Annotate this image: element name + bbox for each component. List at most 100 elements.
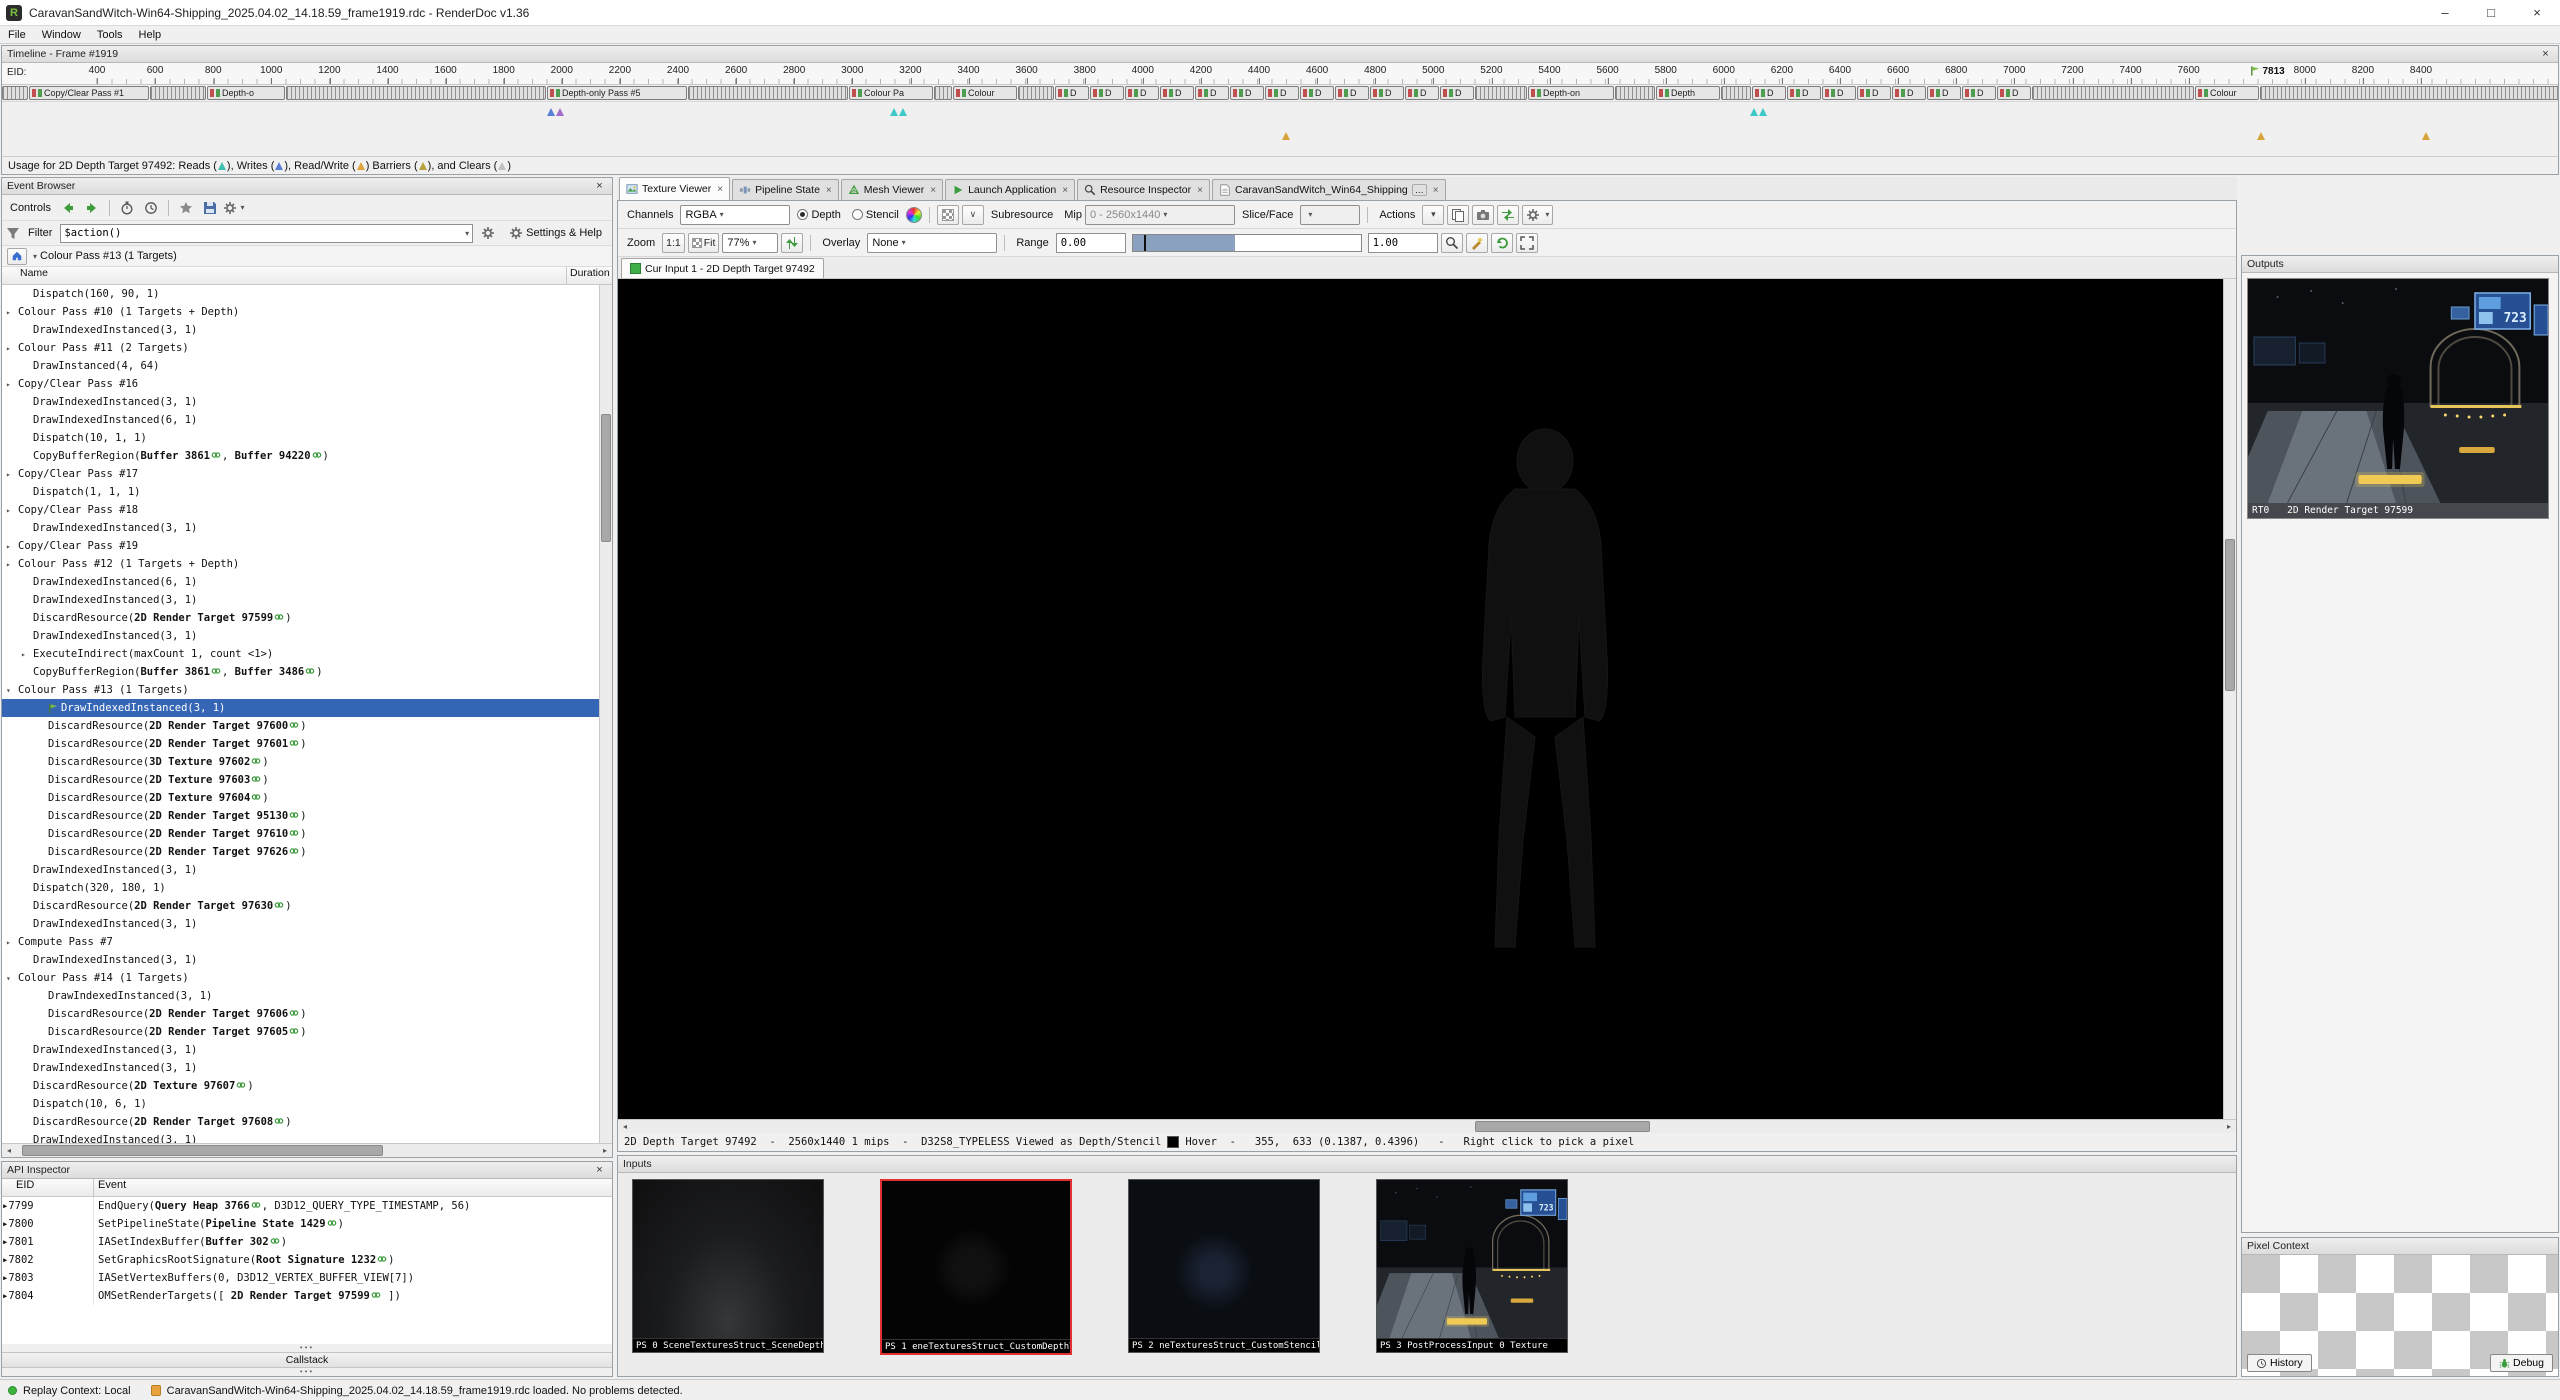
event-row[interactable]: ▸Compute Pass #7 [2, 933, 599, 951]
column-name[interactable]: Name [2, 267, 566, 284]
event-row[interactable]: DrawIndexedInstanced(3, 1) [2, 321, 599, 339]
timeline-pass-block[interactable]: D [1195, 86, 1229, 100]
event-row[interactable]: DiscardResource(2D Texture 97607) [2, 1077, 599, 1095]
tab-overflow-button[interactable]: … [1412, 184, 1427, 196]
event-row[interactable]: DiscardResource(2D Render Target 97601) [2, 735, 599, 753]
event-row[interactable]: ▸Copy/Clear Pass #19 [2, 537, 599, 555]
close-button[interactable]: × [2514, 0, 2560, 25]
event-row[interactable]: DiscardResource(2D Render Target 97599) [2, 609, 599, 627]
event-tree[interactable]: Dispatch(160, 90, 1)▸Colour Pass #10 (1 … [2, 285, 599, 1143]
input-thumbnail[interactable]: PS 1 eneTexturesStruct_CustomDepthTextu [880, 1179, 1072, 1355]
view-settings-button[interactable]: ▾ [1522, 205, 1553, 225]
event-row[interactable]: DrawIndexedInstanced(3, 1) [2, 1041, 599, 1059]
fit-toggle-button[interactable]: Fit [688, 233, 720, 253]
range-min-input[interactable] [1056, 233, 1126, 253]
menu-file[interactable]: File [0, 26, 34, 43]
texture-vscrollbar[interactable] [2223, 279, 2236, 1119]
zoom-range-button[interactable] [1441, 233, 1463, 253]
event-row[interactable]: ▾Colour Pass #13 (1 Targets) [2, 681, 599, 699]
timeline-pass-block[interactable]: Depth [1656, 86, 1720, 100]
resource-name[interactable]: 2D Render Target 97600 [149, 720, 288, 732]
tab-pipeline-state[interactable]: Pipeline State× [732, 179, 839, 200]
prev-action-button[interactable] [57, 198, 79, 218]
input-thumbnail[interactable]: PS 2 neTexturesStruct_CustomStencilText [1128, 1179, 1320, 1353]
event-row[interactable]: DrawIndexedInstanced(3, 1) [2, 627, 599, 645]
resource-name[interactable]: Buffer 94220 [235, 450, 311, 462]
timeline-pass-block[interactable]: Depth-only Pass #5 [547, 86, 687, 100]
event-row[interactable]: ▸Copy/Clear Pass #17 [2, 465, 599, 483]
tab-close-icon[interactable]: × [826, 185, 832, 196]
input-thumbnail[interactable]: PS 3 PostProcessInput 0 Texture [1376, 1179, 1568, 1353]
resource-name[interactable]: Buffer 302 [205, 1236, 268, 1248]
event-row[interactable]: DrawIndexedInstanced(3, 1) [2, 861, 599, 879]
event-row[interactable]: ▸Colour Pass #12 (1 Targets + Depth) [2, 555, 599, 573]
close-icon[interactable]: × [592, 180, 607, 192]
event-row[interactable]: DiscardResource(2D Render Target 97605) [2, 1023, 599, 1041]
texture-tab-cur-input[interactable]: Cur Input 1 - 2D Depth Target 97492 [621, 258, 824, 278]
usage-marker-icon[interactable] [556, 108, 564, 116]
event-row[interactable]: DrawIndexedInstanced(3, 1) [2, 951, 599, 969]
event-row[interactable]: DrawIndexedInstanced(6, 1) [2, 573, 599, 591]
event-row[interactable]: DiscardResource(2D Texture 97604) [2, 789, 599, 807]
event-row[interactable]: DrawIndexedInstanced(3, 1) [2, 591, 599, 609]
scrollbar-thumb[interactable] [22, 1145, 383, 1156]
timeline-pass-block[interactable]: D [1230, 86, 1264, 100]
timeline-pass-block[interactable]: D [1125, 86, 1159, 100]
splitter-grip[interactable]: ••• [2, 1344, 612, 1352]
channels-select[interactable]: RGBA▾ [680, 205, 790, 225]
close-icon[interactable]: × [2538, 48, 2553, 60]
gamma-display-button[interactable] [906, 207, 922, 223]
timeline-pass-block[interactable]: D [1962, 86, 1996, 100]
stencil-radio[interactable]: Stencil [852, 209, 899, 221]
timeline-pass-block[interactable]: Colour [2195, 86, 2259, 100]
event-row[interactable]: DiscardResource(2D Texture 97603) [2, 771, 599, 789]
scroll-left-icon[interactable]: ◂ [618, 1122, 632, 1131]
expander-icon[interactable]: ▸ [6, 938, 18, 947]
resource-name[interactable]: Query Heap 3766 [155, 1200, 250, 1212]
chevron-down-icon[interactable]: ▾ [33, 252, 37, 261]
timeline-marker-band[interactable] [2, 102, 2558, 156]
api-call-list[interactable]: ▸7799EndQuery(Query Heap 3766, D3D12_QUE… [2, 1197, 612, 1305]
scrollbar-thumb[interactable] [2225, 539, 2235, 690]
expander-icon[interactable]: ▸ [6, 560, 18, 569]
api-row[interactable]: ▸7801IASetIndexBuffer(Buffer 302) [2, 1233, 612, 1251]
timeline-pass-block[interactable]: Copy/Clear Pass #1 [29, 86, 149, 100]
event-row[interactable]: Dispatch(320, 180, 1) [2, 879, 599, 897]
api-inspector-column-header[interactable]: EID Event [2, 1179, 612, 1197]
api-row[interactable]: ▸7802SetGraphicsRootSignature(Root Signa… [2, 1251, 612, 1269]
timeline-pass-block[interactable]: D [1090, 86, 1124, 100]
column-event[interactable]: Event [94, 1179, 126, 1196]
maximize-button[interactable]: □ [2468, 0, 2514, 25]
filter-combo[interactable]: ▾ [60, 224, 473, 243]
timeline-pass-block[interactable]: D [1822, 86, 1856, 100]
usage-marker-icon[interactable] [1759, 108, 1767, 116]
pixel-context-view[interactable]: History Debug [2242, 1255, 2558, 1376]
timeline-pass-block[interactable]: D [1405, 86, 1439, 100]
texture-hscrollbar[interactable]: ◂ ▸ [618, 1119, 2236, 1133]
event-browser-hscrollbar[interactable]: ◂ ▸ [2, 1143, 612, 1157]
resource-name[interactable]: 2D Texture 97604 [149, 792, 250, 804]
menu-window[interactable]: Window [34, 26, 89, 43]
output-thumbnail[interactable]: RT0 2D Render Target 97599 [2247, 278, 2549, 519]
expander-icon[interactable]: ▸ [6, 380, 18, 389]
timeline-pass-block[interactable]: D [1892, 86, 1926, 100]
tab-close-icon[interactable]: × [1197, 185, 1203, 196]
timeline-pass-block[interactable]: D [1160, 86, 1194, 100]
debug-button[interactable]: Debug [2490, 1354, 2553, 1372]
event-row[interactable]: DiscardResource(2D Render Target 97610) [2, 825, 599, 843]
expander-icon[interactable]: ▾ [6, 686, 18, 695]
history-button[interactable]: History [2247, 1354, 2312, 1372]
timeline-pass-block[interactable]: D [1265, 86, 1299, 100]
options-dropdown-button[interactable]: ▾ [223, 198, 245, 218]
timeline-pass-block[interactable]: Depth-on [1528, 86, 1614, 100]
tab-texture-viewer[interactable]: Texture Viewer× [619, 177, 730, 200]
slice-face-select[interactable]: ▾ [1300, 205, 1360, 225]
fullscreen-button[interactable] [1516, 233, 1538, 253]
event-row[interactable]: ▾Colour Pass #14 (1 Targets) [2, 969, 599, 987]
resource-name[interactable]: 2D Texture 97607 [134, 1080, 235, 1092]
tab-launch-application[interactable]: Launch Application× [945, 179, 1075, 200]
usage-marker-icon[interactable] [1282, 132, 1290, 140]
tab-resource-inspector[interactable]: Resource Inspector× [1077, 179, 1210, 200]
resource-name[interactable]: 2D Render Target 97630 [134, 900, 273, 912]
resource-name[interactable]: 2D Render Target 97601 [149, 738, 288, 750]
